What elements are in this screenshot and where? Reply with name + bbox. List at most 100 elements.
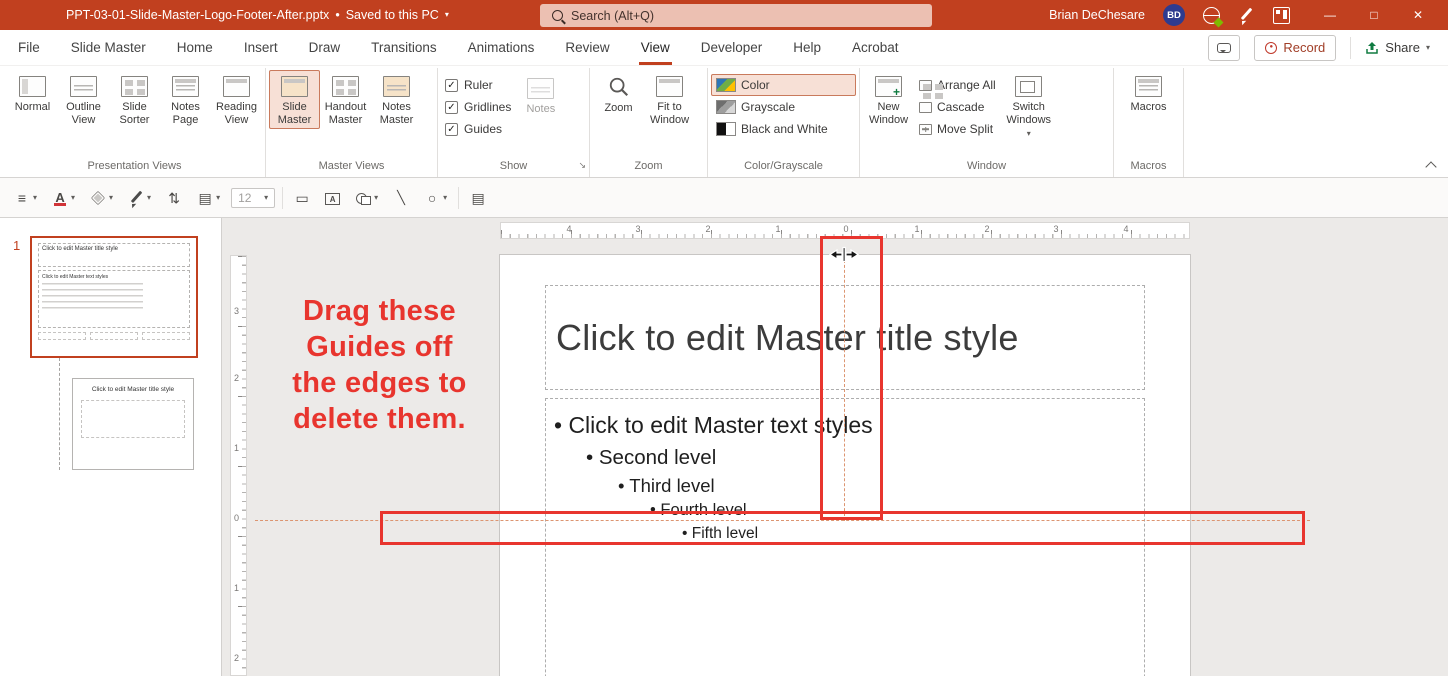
move-split-button[interactable]: Move Split (914, 118, 1001, 140)
avatar[interactable]: BD (1163, 4, 1185, 26)
ruler-checkbox-row[interactable]: ✓Ruler (441, 74, 515, 96)
font-color-button[interactable]: A▾ (48, 187, 79, 209)
saved-status-caret-icon[interactable]: ▾ (445, 11, 449, 19)
reading-view-button[interactable]: Reading View (211, 70, 262, 129)
checkbox-checked-icon[interactable]: ✓ (445, 123, 458, 136)
layout-thumbnail[interactable]: Click to edit Master title style (72, 378, 194, 470)
thumbnail-panel[interactable]: 1 Click to edit Master title style Click… (0, 218, 222, 676)
button-label: Grayscale (741, 100, 795, 114)
tab-draw[interactable]: Draw (307, 30, 343, 65)
slide-title-text: Click to edit Master title style (546, 317, 1019, 359)
slide-sorter-icon (121, 76, 148, 97)
arrange-all-button[interactable]: Arrange All (914, 74, 1001, 96)
new-window-button[interactable]: New Window (863, 70, 914, 129)
notes-master-icon (383, 76, 410, 97)
group-label: Window (863, 158, 1110, 176)
group-label: Show↘ (441, 158, 586, 176)
notes-master-button[interactable]: Notes Master (371, 70, 422, 129)
caret-down-icon: ▾ (374, 194, 378, 202)
pen-format-button[interactable]: ▾ (124, 187, 155, 209)
tab-acrobat[interactable]: Acrobat (850, 30, 901, 65)
record-button[interactable]: ● Record (1254, 35, 1336, 61)
tab-insert[interactable]: Insert (242, 30, 280, 65)
group-content: ✓Ruler ✓Gridlines ✓ Guides Notes (441, 70, 586, 158)
normal-view-button[interactable]: Normal (7, 70, 58, 117)
button-label: Notes (526, 103, 555, 116)
minimize-button[interactable]: — (1308, 0, 1352, 30)
comments-button[interactable] (1208, 35, 1240, 61)
saved-status[interactable]: Saved to this PC (346, 8, 439, 22)
arrange-button[interactable]: ▤▾ (193, 187, 224, 209)
group-show: ✓Ruler ✓Gridlines ✓ Guides Notes Show↘ (438, 68, 590, 177)
line-shape-button[interactable]: ╲ (389, 187, 413, 209)
ruler-number: 4 (566, 224, 571, 234)
quick-toolbar: ≡▾ A▾ ▾ ▾ ⇅ ▤▾ 12▾ ▭ A ▾ ╲ ○▾ ▤ (0, 178, 1448, 218)
button-label: Normal (15, 101, 50, 114)
dialog-launcher-icon[interactable]: ↘ (578, 157, 586, 173)
button-label: New Window (865, 101, 912, 126)
ruler-number: 3 (635, 224, 640, 234)
checkbox-checked-icon[interactable]: ✓ (445, 101, 458, 114)
cascade-button[interactable]: Cascade (914, 96, 1001, 118)
font-size-combobox[interactable]: 12▾ (231, 188, 275, 208)
tab-home[interactable]: Home (175, 30, 215, 65)
outline-view-icon (70, 76, 97, 97)
tab-transitions[interactable]: Transitions (369, 30, 439, 65)
caret-down-icon: ▾ (33, 194, 37, 202)
outline-view-button[interactable]: Outline View (58, 70, 109, 129)
tab-review[interactable]: Review (563, 30, 611, 65)
pen-icon (128, 190, 144, 206)
close-button[interactable]: ✕ (1396, 0, 1440, 30)
shape-fill-button[interactable]: ▾ (86, 187, 117, 209)
tab-slide-master[interactable]: Slide Master (69, 30, 148, 65)
master-slide-thumbnail[interactable]: Click to edit Master title style Click t… (30, 236, 198, 358)
search-box[interactable] (540, 4, 932, 27)
zoom-button[interactable]: Zoom (593, 70, 644, 118)
sort-button[interactable]: ⇅ (162, 187, 186, 209)
tab-file[interactable]: File (16, 30, 42, 65)
maximize-button[interactable]: □ (1352, 0, 1396, 30)
notes-page-button[interactable]: Notes Page (160, 70, 211, 129)
color-button[interactable]: Color (711, 74, 856, 96)
gridlines-checkbox-row[interactable]: ✓Gridlines (441, 96, 515, 118)
black-white-icon (716, 122, 736, 136)
oval-shape-button[interactable]: ○▾ (420, 187, 451, 209)
tab-animations[interactable]: Animations (466, 30, 537, 65)
fit-to-window-button[interactable]: Fit to Window (644, 70, 695, 129)
annotation-line: Drag these (262, 294, 497, 330)
switch-windows-button[interactable]: Switch Windows▾ (1001, 70, 1057, 141)
shapes-button[interactable]: ▾ (351, 187, 382, 209)
collapse-ribbon-icon[interactable] (1427, 160, 1436, 169)
vertical-ruler[interactable]: 3 2 1 0 1 2 (230, 255, 247, 676)
ribbon-view-tab: Normal Outline View Slide Sorter Notes P… (0, 66, 1448, 178)
caret-down-icon: ▾ (443, 194, 447, 202)
checkbox-label: Guides (464, 122, 502, 136)
globe-icon[interactable] (1203, 7, 1220, 24)
tab-help[interactable]: Help (791, 30, 823, 65)
ruler-number: 4 (1123, 224, 1128, 234)
share-button[interactable]: Share ▾ (1365, 40, 1430, 55)
pen-icon[interactable] (1238, 7, 1255, 24)
outline-level-button[interactable]: ≡▾ (10, 187, 41, 209)
extra-tool-button[interactable]: ▤ (466, 187, 490, 209)
tab-developer[interactable]: Developer (699, 30, 765, 65)
macros-button[interactable]: Macros (1123, 70, 1174, 117)
powerpoint-window: PPT-03-01-Slide-Master-Logo-Footer-After… (0, 0, 1448, 676)
guides-checkbox-row[interactable]: ✓ Guides (441, 118, 515, 140)
share-caret-icon: ▾ (1426, 44, 1430, 52)
slide-master-button[interactable]: Slide Master (269, 70, 320, 129)
search-input[interactable] (571, 9, 920, 23)
grayscale-button[interactable]: Grayscale (711, 96, 856, 118)
panel-grid-icon[interactable] (1273, 7, 1290, 24)
divider (282, 187, 283, 209)
button-label: Fit to Window (646, 101, 693, 126)
search-icon (552, 10, 563, 21)
black-and-white-button[interactable]: Black and White (711, 118, 856, 140)
checkbox-checked-icon[interactable]: ✓ (445, 79, 458, 92)
text-box-button[interactable]: A (321, 188, 344, 208)
user-name[interactable]: Brian DeChesare (1049, 8, 1145, 22)
rectangle-shape-button[interactable]: ▭ (290, 187, 314, 209)
handout-master-button[interactable]: Handout Master (320, 70, 371, 129)
slide-sorter-button[interactable]: Slide Sorter (109, 70, 160, 129)
tab-view[interactable]: View (639, 30, 672, 65)
